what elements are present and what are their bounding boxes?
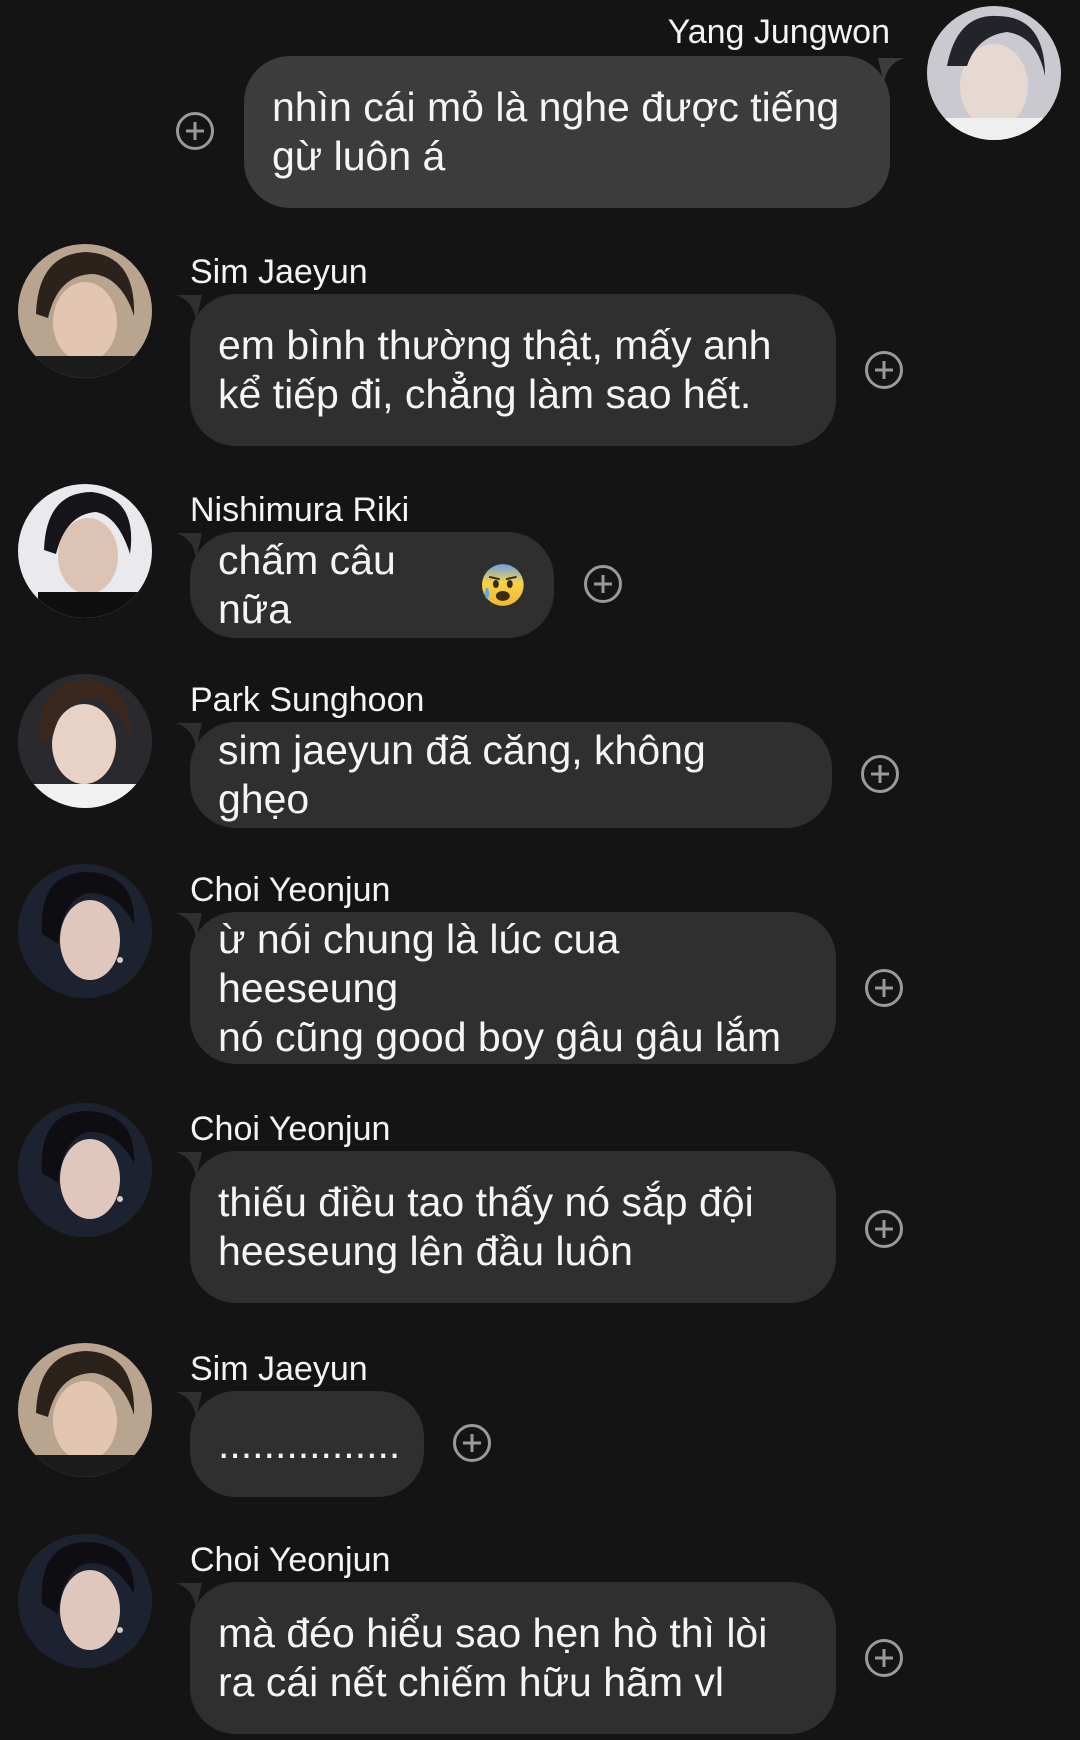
message-row: Choi Yeonjun ừ nói chung là lúc cua hees… (0, 860, 1080, 1070)
avatar-image (18, 244, 152, 378)
avatar[interactable] (18, 1534, 152, 1668)
message-row: Sim Jaeyun ................ (0, 1339, 1080, 1499)
sender-name: Sim Jaeyun (190, 1350, 368, 1388)
message-text: sim jaeyun đã căng, không ghẹo (218, 727, 706, 822)
message-bubble[interactable]: chấm câu nữa (190, 532, 554, 638)
message-text: ................ (218, 1420, 401, 1467)
message-text: em bình thường thật, mấy anh kể tiếp đi,… (218, 322, 772, 417)
message-text: nhìn cái mỏ là nghe được tiếng gừ luôn á (272, 84, 840, 179)
message-row: Park Sunghoon sim jaeyun đã căng, không … (0, 670, 1080, 830)
sender-name: Choi Yeonjun (190, 1541, 391, 1579)
add-reaction-button[interactable] (175, 111, 215, 151)
avatar[interactable] (927, 6, 1061, 140)
add-reaction-button[interactable] (583, 564, 623, 604)
message-bubble[interactable]: ừ nói chung là lúc cua heeseung nó cũng … (190, 912, 836, 1064)
add-reaction-icon (865, 1639, 903, 1677)
message-row: Nishimura Riki chấm câu nữa (0, 480, 1080, 640)
avatar[interactable] (18, 1343, 152, 1477)
message-row: Choi Yeonjun thiếu điều tao thấy nó sắp … (0, 1099, 1080, 1309)
message-row: Yang Jungwon nhìn cái mỏ là nghe được ti… (0, 0, 1080, 210)
sender-name: Choi Yeonjun (190, 871, 391, 909)
sender-name: Park Sunghoon (190, 681, 425, 719)
avatar-image (18, 484, 152, 618)
add-reaction-button[interactable] (860, 754, 900, 794)
sender-name: Choi Yeonjun (190, 1110, 391, 1148)
add-reaction-icon (176, 112, 214, 150)
add-reaction-icon (865, 1210, 903, 1248)
message-text: chấm câu nữa (218, 537, 396, 632)
avatar-image (18, 1103, 152, 1237)
add-reaction-button[interactable] (452, 1423, 492, 1463)
add-reaction-icon (865, 351, 903, 389)
add-reaction-icon (584, 565, 622, 603)
sender-name: Nishimura Riki (190, 491, 410, 529)
anxious-face-with-sweat-emoji (482, 564, 525, 606)
sender-name: Yang Jungwon (667, 13, 890, 51)
add-reaction-icon (861, 755, 899, 793)
avatar[interactable] (18, 244, 152, 378)
avatar[interactable] (18, 1103, 152, 1237)
add-reaction-icon (865, 969, 903, 1007)
message-bubble[interactable]: sim jaeyun đã căng, không ghẹo (190, 722, 832, 828)
message-row: Choi Yeonjun mà đéo hiểu sao hẹn hò thì … (0, 1530, 1080, 1740)
avatar-image (18, 674, 152, 808)
message-bubble[interactable]: em bình thường thật, mấy anh kể tiếp đi,… (190, 294, 836, 446)
message-bubble[interactable]: nhìn cái mỏ là nghe được tiếng gừ luôn á (244, 56, 890, 208)
avatar[interactable] (18, 674, 152, 808)
message-bubble[interactable]: ................ (190, 1391, 424, 1497)
message-bubble[interactable]: mà đéo hiểu sao hẹn hò thì lòi ra cái nế… (190, 1582, 836, 1734)
avatar-image (18, 1534, 152, 1668)
add-reaction-button[interactable] (864, 1638, 904, 1678)
add-reaction-button[interactable] (864, 1209, 904, 1249)
avatar[interactable] (18, 484, 152, 618)
avatar-image (18, 864, 152, 998)
message-text: ừ nói chung là lúc cua heeseung nó cũng … (218, 915, 782, 1060)
sender-name: Sim Jaeyun (190, 253, 368, 291)
avatar[interactable] (18, 864, 152, 998)
message-text: thiếu điều tao thấy nó sắp đội heeseung … (218, 1179, 754, 1274)
avatar-image (927, 6, 1061, 140)
avatar-image (18, 1343, 152, 1477)
message-row: Sim Jaeyun em bình thường thật, mấy anh … (0, 240, 1080, 450)
add-reaction-icon (453, 1424, 491, 1462)
message-bubble[interactable]: thiếu điều tao thấy nó sắp đội heeseung … (190, 1151, 836, 1303)
message-text: mà đéo hiểu sao hẹn hò thì lòi ra cái nế… (218, 1610, 768, 1705)
add-reaction-button[interactable] (864, 350, 904, 390)
add-reaction-button[interactable] (864, 968, 904, 1008)
